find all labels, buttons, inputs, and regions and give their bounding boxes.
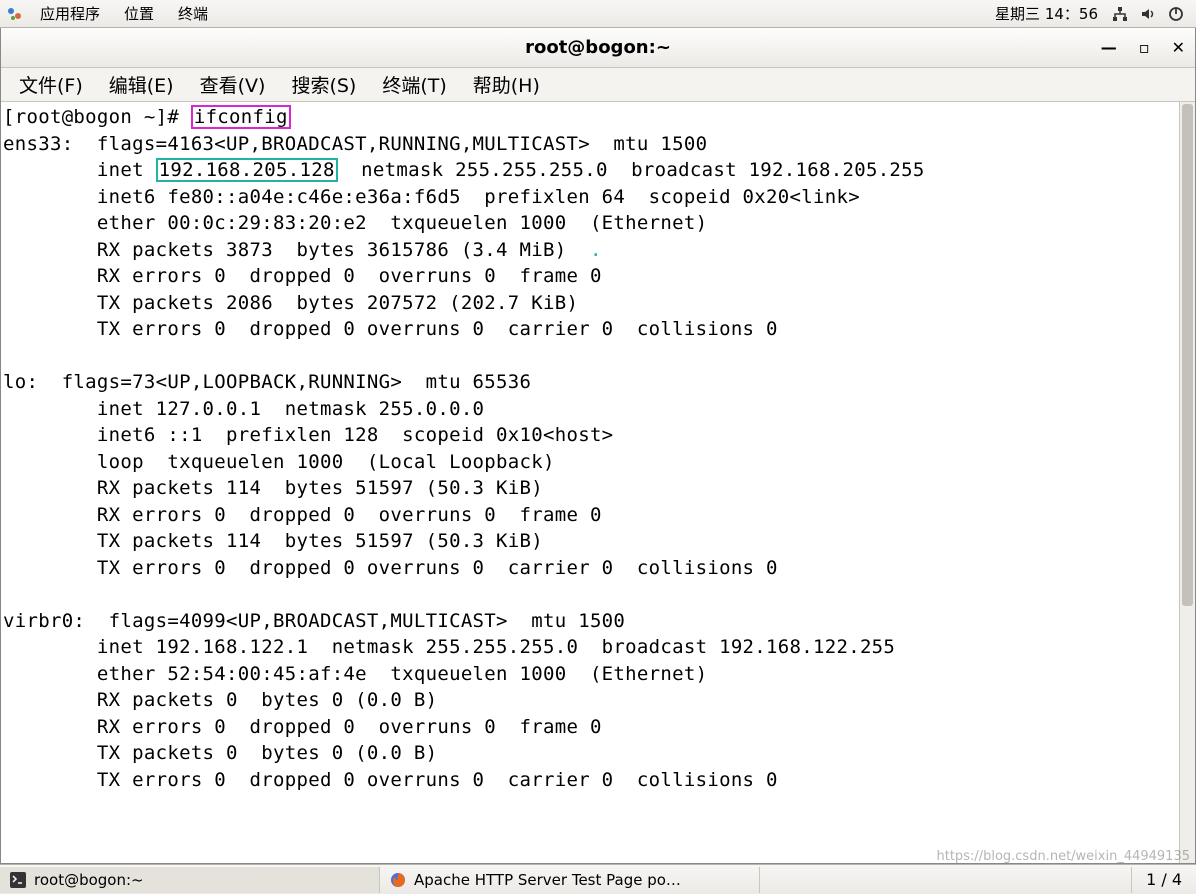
window-title: root@bogon:~ <box>525 37 671 58</box>
terminal-area: [root@bogon ~]# ifconfig ens33: flags=41… <box>1 102 1195 863</box>
term-line: inet 127.0.0.1 netmask 255.0.0.0 <box>3 398 484 420</box>
menu-file[interactable]: 文件(F) <box>7 69 95 100</box>
dot-marker: . <box>590 239 602 261</box>
term-line: netmask 255.255.255.0 broadcast 192.168.… <box>338 159 925 181</box>
window-titlebar[interactable]: root@bogon:~ — ▫ ✕ <box>1 28 1195 68</box>
menu-edit[interactable]: 编辑(E) <box>97 69 186 100</box>
highlight-ip: 192.168.205.128 <box>156 158 338 182</box>
menu-search[interactable]: 搜索(S) <box>279 69 368 100</box>
close-button[interactable]: ✕ <box>1172 38 1185 57</box>
network-icon[interactable] <box>1112 6 1128 22</box>
volume-icon[interactable] <box>1140 6 1156 22</box>
footprint-icon <box>6 5 24 23</box>
highlight-command: ifconfig <box>191 105 291 129</box>
term-line: lo: flags=73<UP,LOOPBACK,RUNNING> mtu 65… <box>3 371 531 393</box>
panel-applications[interactable]: 应用程序 <box>28 3 112 24</box>
menu-view[interactable]: 查看(V) <box>188 69 278 100</box>
term-line: RX packets 0 bytes 0 (0.0 B) <box>3 689 437 711</box>
menu-terminal[interactable]: 终端(T) <box>370 69 458 100</box>
window-controls: — ▫ ✕ <box>1101 28 1185 67</box>
term-line: RX packets 114 bytes 51597 (50.3 KiB) <box>3 477 543 499</box>
term-line: TX errors 0 dropped 0 overruns 0 carrier… <box>3 769 778 791</box>
firefox-icon <box>390 872 406 888</box>
terminal-icon <box>10 872 26 888</box>
term-line: ether 52:54:00:45:af:4e txqueuelen 1000 … <box>3 663 707 685</box>
taskbar-task-firefox[interactable]: Apache HTTP Server Test Page po… <box>380 867 760 893</box>
maximize-button[interactable]: ▫ <box>1139 38 1150 57</box>
term-line: RX errors 0 dropped 0 overruns 0 frame 0 <box>3 716 602 738</box>
term-line: TX packets 114 bytes 51597 (50.3 KiB) <box>3 530 543 552</box>
term-line: inet6 fe80::a04e:c46e:e36a:f6d5 prefixle… <box>3 186 860 208</box>
power-icon[interactable] <box>1168 6 1184 22</box>
term-line: TX packets 0 bytes 0 (0.0 B) <box>3 742 437 764</box>
term-line: TX errors 0 dropped 0 overruns 0 carrier… <box>3 318 778 340</box>
menu-help[interactable]: 帮助(H) <box>461 69 552 100</box>
term-line: inet <box>3 159 156 181</box>
taskbar-task-terminal[interactable]: root@bogon:~ <box>0 867 380 893</box>
terminal-output[interactable]: [root@bogon ~]# ifconfig ens33: flags=41… <box>1 102 1179 863</box>
term-line: ether 00:0c:29:83:20:e2 txqueuelen 1000 … <box>3 212 707 234</box>
workspace-indicator[interactable]: 1 / 4 <box>1131 867 1196 893</box>
scrollbar[interactable] <box>1179 102 1195 863</box>
term-line: TX errors 0 dropped 0 overruns 0 carrier… <box>3 557 778 579</box>
panel-places[interactable]: 位置 <box>112 3 166 24</box>
menubar: 文件(F) 编辑(E) 查看(V) 搜索(S) 终端(T) 帮助(H) <box>1 68 1195 102</box>
term-line: RX errors 0 dropped 0 overruns 0 frame 0 <box>3 265 602 287</box>
minimize-button[interactable]: — <box>1101 38 1117 57</box>
term-line: inet 192.168.122.1 netmask 255.255.255.0… <box>3 636 895 658</box>
prompt: [root@bogon ~]# <box>3 106 191 128</box>
term-line: virbr0: flags=4099<UP,BROADCAST,MULTICAS… <box>3 610 625 632</box>
term-line: TX packets 2086 bytes 207572 (202.7 KiB) <box>3 292 578 314</box>
term-line: ens33: flags=4163<UP,BROADCAST,RUNNING,M… <box>3 133 707 155</box>
term-line: RX packets 3873 bytes 3615786 (3.4 MiB) <box>3 239 590 261</box>
taskbar-task-label: Apache HTTP Server Test Page po… <box>414 871 681 889</box>
scrollbar-thumb[interactable] <box>1182 104 1193 606</box>
panel-clock[interactable]: 星期三 14：56 <box>987 3 1106 24</box>
term-line: inet6 ::1 prefixlen 128 scopeid 0x10<hos… <box>3 424 613 446</box>
term-line: RX errors 0 dropped 0 overruns 0 frame 0 <box>3 504 602 526</box>
top-panel: 应用程序 位置 终端 星期三 14：56 <box>0 0 1196 28</box>
panel-terminal[interactable]: 终端 <box>166 3 220 24</box>
term-line: loop txqueuelen 1000 (Local Loopback) <box>3 451 555 473</box>
terminal-window: root@bogon:~ — ▫ ✕ 文件(F) 编辑(E) 查看(V) 搜索(… <box>0 28 1196 864</box>
taskbar-task-label: root@bogon:~ <box>34 871 144 889</box>
bottom-taskbar: root@bogon:~ Apache HTTP Server Test Pag… <box>0 864 1196 894</box>
